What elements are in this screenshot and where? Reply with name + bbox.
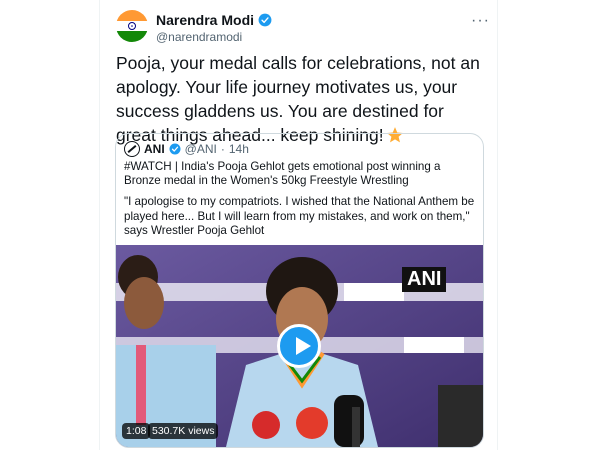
more-options-icon[interactable]: ···: [471, 12, 490, 30]
verified-badge-icon: [258, 13, 272, 27]
dot-separator: ·: [220, 142, 225, 156]
author-avatar[interactable]: [116, 10, 148, 42]
quoted-author-handle[interactable]: @ANI: [185, 142, 217, 156]
quoted-timestamp[interactable]: 14h: [229, 142, 249, 156]
author-name[interactable]: Narendra Modi: [156, 12, 254, 28]
play-button-icon[interactable]: [277, 324, 321, 368]
quoted-author-name[interactable]: ANI: [144, 142, 165, 156]
video-duration: 1:08: [122, 423, 151, 439]
quoted-tweet-header: ANI @ANI · 14h: [124, 141, 249, 157]
author-handle[interactable]: @narendramodi: [156, 30, 242, 44]
quoted-tweet[interactable]: ANI @ANI · 14h #WATCH | India's Pooja Ge…: [115, 133, 484, 448]
author-name-row[interactable]: Narendra Modi: [156, 12, 272, 28]
quoted-tweet-text: #WATCH | India's Pooja Gehlot gets emoti…: [124, 160, 476, 245]
flag-avatar-icon: [116, 10, 148, 42]
video-views: 530.7K views: [148, 423, 219, 439]
ani-avatar-icon[interactable]: [124, 141, 140, 157]
quoted-paragraph: "I apologise to my compatriots. I wished…: [124, 195, 475, 237]
quoted-paragraph: #WATCH | India's Pooja Gehlot gets emoti…: [124, 160, 441, 188]
verified-badge-icon: [169, 143, 181, 155]
ani-watermark: ANI: [402, 267, 447, 292]
video-player[interactable]: ANI 1:08 530.7K views: [116, 245, 483, 447]
tweet-body: Pooja, your medal calls for celebrations…: [116, 53, 480, 145]
